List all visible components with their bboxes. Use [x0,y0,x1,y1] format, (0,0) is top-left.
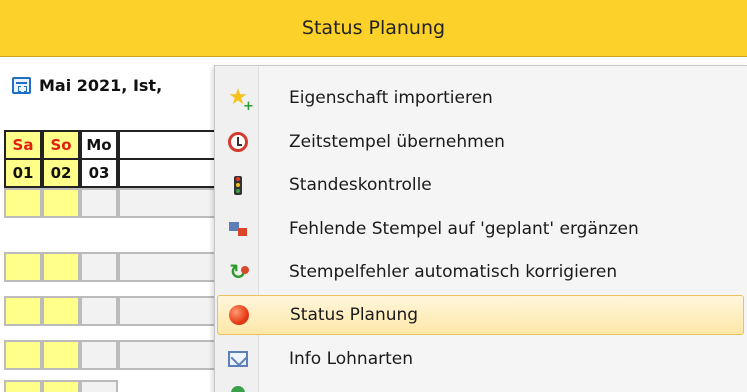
menu-item-stempelfehler-korrigieren[interactable]: ↻ Stempelfehler automatisch korrigieren [217,252,744,292]
star-plus-icon: ★ [228,87,253,114]
calendar-cell[interactable] [118,188,218,218]
calendar-cell[interactable] [80,340,118,370]
context-menu: ★ Eigenschaft importieren Zeitstempel üb… [214,65,747,392]
calendar-cell[interactable] [118,340,218,370]
menu-item-label: Eigenschaft importieren [289,88,493,108]
calendar-cell[interactable] [80,188,118,218]
menu-item-standeskontrolle[interactable]: Standeskontrolle [217,165,744,205]
menu-item-zeitstempel-uebernehmen[interactable]: Zeitstempel übernehmen [217,122,744,162]
calendar-grid: Sa So Mo 01 02 03 [0,114,220,392]
calendar-cell[interactable] [118,252,218,282]
period-label: Mai 2021, Ist, [39,75,163,95]
window-title: Status Planung [301,17,446,39]
calendar-cell[interactable] [80,252,118,282]
period-header[interactable]: Mai 2021, Ist, [12,72,162,98]
calendar-icon [12,76,31,94]
stamps-icon [229,222,247,236]
menu-item-label: Stempelfehler automatisch korrigieren [289,262,618,282]
calendar-cell[interactable] [42,296,80,326]
calendar-cell[interactable] [80,296,118,326]
calendar-cell[interactable] [4,340,42,370]
day-number-cell: 02 [42,158,80,188]
title-bar: Status Planung [0,0,747,57]
calendar-cell[interactable] [42,380,80,392]
red-dot-icon [229,305,249,325]
day-name-cell [118,130,218,160]
menu-item-label: Zeitstempel übernehmen [289,132,505,152]
mail-info-icon [228,351,248,367]
day-name-cell: Sa [4,130,42,160]
day-name-cell: Mo [80,130,118,160]
calendar-cell[interactable] [80,380,118,392]
menu-item-status-planung[interactable]: Status Planung [217,295,744,335]
menu-item-label: Standeskontrolle [289,175,432,195]
calendar-cell[interactable] [4,380,42,392]
menu-item-label: Status Planung [290,305,419,325]
calendar-cell[interactable] [4,296,42,326]
menu-item-info-lohnarten[interactable]: Info Lohnarten [217,339,744,379]
calendar-cell[interactable] [4,252,42,282]
calendar-cell[interactable] [42,252,80,282]
day-name-cell: So [42,130,80,160]
calendar-cell[interactable] [4,188,42,218]
menu-item-label: Info Lohnarten [289,349,414,369]
menu-item-fehlende-stempel[interactable]: Fehlende Stempel auf 'geplant' ergänzen [217,209,744,249]
menu-item-label: Fehlende Stempel auf 'geplant' ergänzen [289,219,639,239]
calendar-cell[interactable] [118,296,218,326]
traffic-light-icon [234,175,242,195]
day-number-cell [118,158,218,188]
day-number-cell: 01 [4,158,42,188]
calendar-cell[interactable] [42,340,80,370]
menu-item-eigenschaft-importieren[interactable]: ★ Eigenschaft importieren [217,78,744,118]
alarm-clock-icon [228,132,248,152]
auto-fix-icon: ↻ [229,260,249,284]
calendar-cell[interactable] [42,188,80,218]
day-number-cell: 03 [80,158,118,188]
